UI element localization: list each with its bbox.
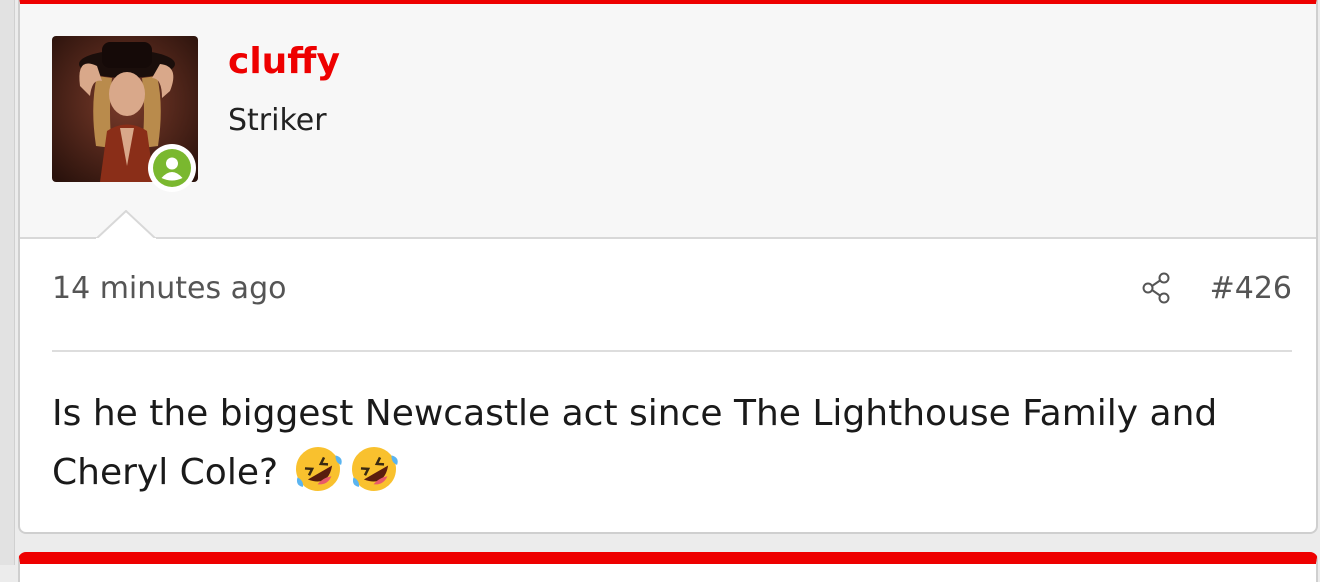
meta-divider <box>52 350 1292 352</box>
online-user-icon <box>153 149 191 187</box>
share-icon <box>1142 272 1170 304</box>
post-number-link[interactable]: #426 <box>1210 271 1292 307</box>
forum-post: cluffy Striker 14 minutes ago #426 Is he… <box>18 0 1318 534</box>
post-timestamp[interactable]: 14 minutes ago <box>52 271 286 307</box>
user-title: Striker <box>228 103 327 138</box>
username-link[interactable]: cluffy <box>228 40 340 83</box>
rolling-on-floor-laughing-emoji <box>346 444 402 494</box>
next-post-edge <box>18 552 1318 582</box>
online-status-badge <box>148 144 196 192</box>
message-arrow <box>96 210 156 240</box>
left-rail <box>0 0 15 565</box>
share-button[interactable] <box>1138 269 1176 307</box>
rolling-on-floor-laughing-emoji <box>290 444 346 494</box>
post-message-text: Is he the biggest Newcastle act since Th… <box>52 393 1218 494</box>
post-user-header: cluffy Striker <box>20 4 1316 240</box>
post-message-body: Is he the biggest Newcastle act since Th… <box>52 384 1297 503</box>
post-meta: 14 minutes ago #426 <box>52 266 1292 316</box>
